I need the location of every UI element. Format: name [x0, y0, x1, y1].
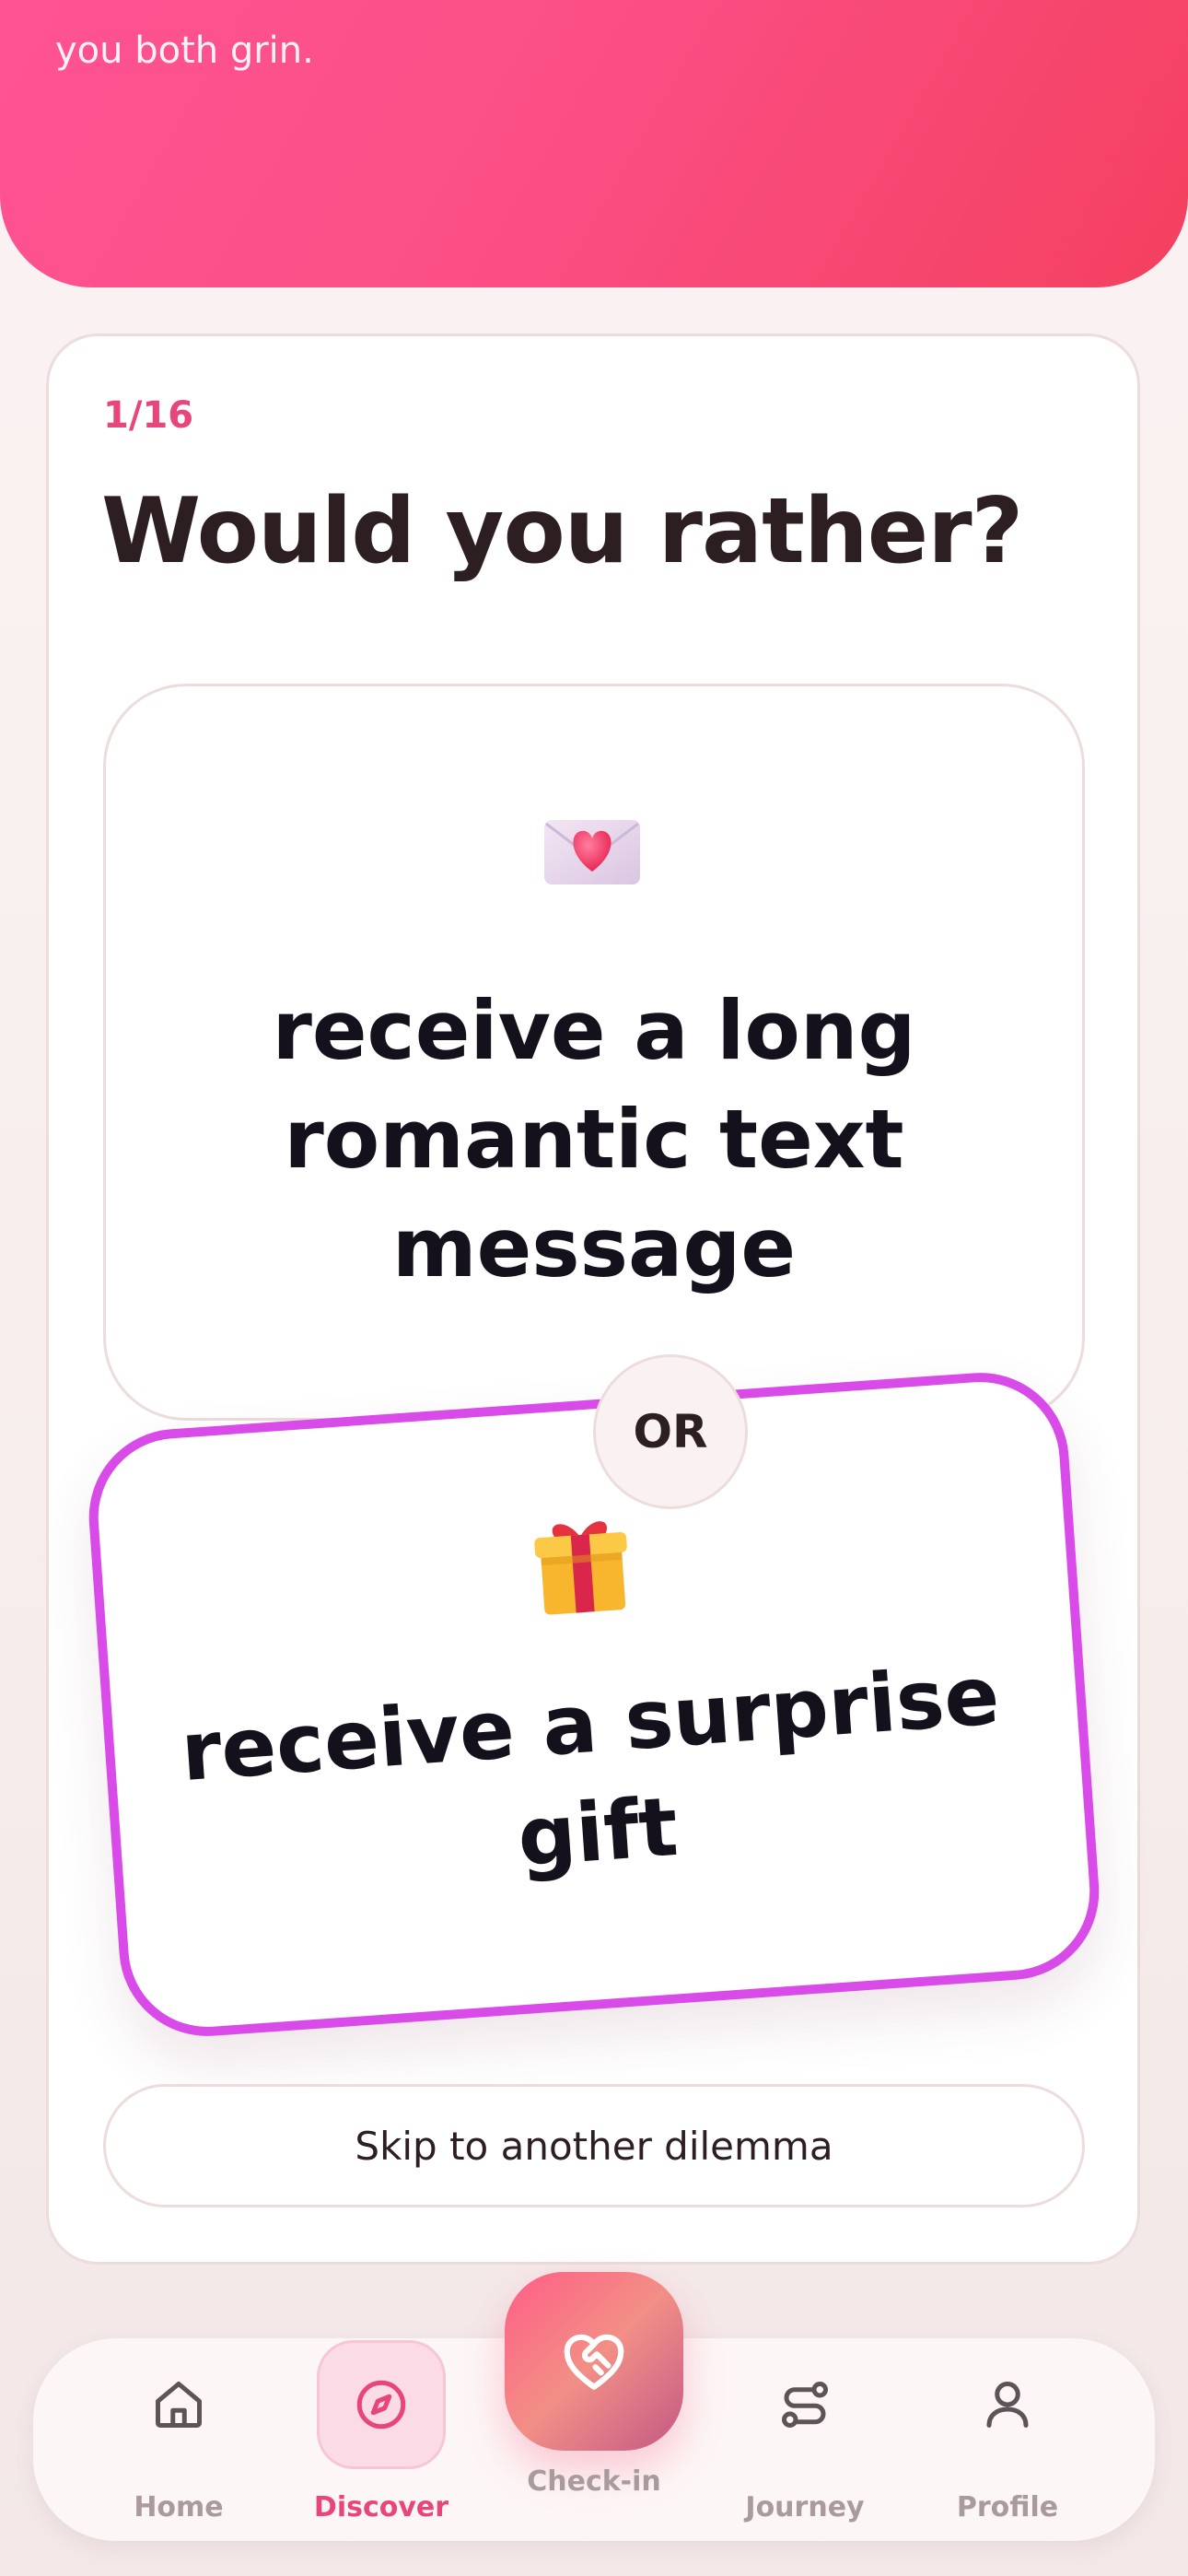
header-banner: preferences, priorities, and what makes …: [0, 0, 1188, 287]
nav-label-discover: Discover: [313, 2491, 449, 2523]
nav-item-journey[interactable]: Journey: [722, 2340, 888, 2552]
header-description: preferences, priorities, and what makes …: [55, 29, 314, 72]
gift-icon: [529, 1507, 635, 1621]
user-icon: [986, 2382, 1029, 2428]
nav-label-profile: Profile: [956, 2491, 1059, 2523]
question-title: Would you rather?: [101, 479, 1023, 584]
skip-dilemma-button[interactable]: Skip to another dilemma: [103, 2084, 1085, 2207]
nav-item-profile[interactable]: Profile: [925, 2340, 1090, 2552]
checkin-button[interactable]: [505, 2272, 683, 2451]
compass-icon: [356, 2380, 406, 2430]
option-a-text: receive a long romantic text message: [272, 983, 916, 1295]
love-letter-icon: [542, 816, 642, 886]
nav-item-discover[interactable]: Discover: [298, 2340, 464, 2552]
home-icon: [156, 2382, 202, 2428]
nav-label-home: Home: [134, 2491, 224, 2523]
heart-handshake-icon: [564, 2334, 624, 2390]
nav-label-journey: Journey: [745, 2491, 865, 2523]
question-progress: 1/16: [103, 394, 194, 437]
nav-item-home[interactable]: Home: [96, 2340, 262, 2552]
nav-label-checkin: Check-in: [527, 2465, 661, 2498]
route-icon: [782, 2382, 828, 2428]
or-divider-badge: OR: [593, 1354, 748, 1509]
